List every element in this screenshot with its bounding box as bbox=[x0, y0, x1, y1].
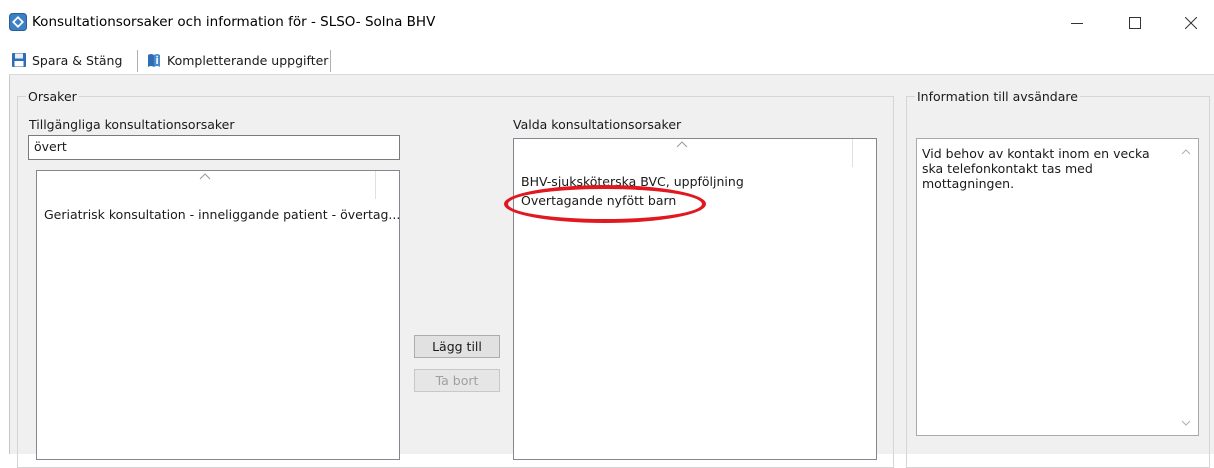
maximize-button[interactable] bbox=[1112, 8, 1158, 38]
close-button[interactable] bbox=[1168, 8, 1214, 38]
sender-info-group-title: Information till avsändare bbox=[915, 89, 1080, 104]
reason-filter-value: övert bbox=[34, 139, 67, 154]
scroll-down-icon[interactable] bbox=[1181, 420, 1191, 426]
save-close-label: Spara & Stäng bbox=[32, 52, 123, 68]
reason-filter-input[interactable]: övert bbox=[28, 135, 400, 160]
app-icon bbox=[9, 13, 27, 31]
sender-info-textarea[interactable]: Vid behov av kontakt inom en vecka ska t… bbox=[916, 138, 1199, 436]
window-title: Konsultationsorsaker och information för… bbox=[32, 14, 436, 30]
dialog-content: Orsaker Tillgängliga konsultationsorsake… bbox=[9, 75, 1214, 468]
sort-caret-icon bbox=[199, 173, 211, 180]
supplementary-info-button[interactable]: Kompletterande uppgifter bbox=[146, 49, 328, 71]
floppy-disk-icon bbox=[12, 53, 26, 67]
available-reasons-list[interactable]: Geriatrisk konsultation - inneliggande p… bbox=[36, 170, 400, 460]
toolbar: Spara & Stäng Kompletterande uppgifter bbox=[9, 44, 1214, 75]
toolbar-separator bbox=[330, 50, 331, 72]
column-divider bbox=[852, 139, 853, 167]
sender-info-text: Vid behov av kontakt inom en vecka ska t… bbox=[922, 146, 1150, 191]
highlight-annotation bbox=[504, 185, 706, 223]
remove-reason-button[interactable]: Ta bort bbox=[414, 369, 500, 392]
maximize-icon bbox=[1129, 17, 1141, 29]
list-item[interactable]: Geriatrisk konsultation - inneliggande p… bbox=[44, 207, 399, 222]
toolbar-separator bbox=[137, 50, 138, 72]
title-bar: Konsultationsorsaker och information för… bbox=[0, 0, 1214, 44]
scroll-up-icon[interactable] bbox=[1181, 149, 1191, 155]
selected-reasons-label: Valda konsultationsorsaker bbox=[513, 117, 682, 132]
close-icon bbox=[1185, 17, 1197, 29]
minimize-icon bbox=[1071, 23, 1083, 24]
sort-caret-icon bbox=[676, 141, 688, 148]
reasons-group-title: Orsaker bbox=[26, 89, 79, 104]
info-book-icon bbox=[148, 54, 160, 67]
available-reasons-label: Tillgängliga konsultationsorsaker bbox=[29, 117, 235, 132]
save-close-button[interactable]: Spara & Stäng bbox=[11, 49, 122, 71]
column-divider bbox=[375, 171, 376, 199]
minimize-button[interactable] bbox=[1054, 8, 1100, 38]
add-reason-button[interactable]: Lägg till bbox=[414, 335, 500, 358]
supplementary-info-label: Kompletterande uppgifter bbox=[167, 52, 329, 68]
